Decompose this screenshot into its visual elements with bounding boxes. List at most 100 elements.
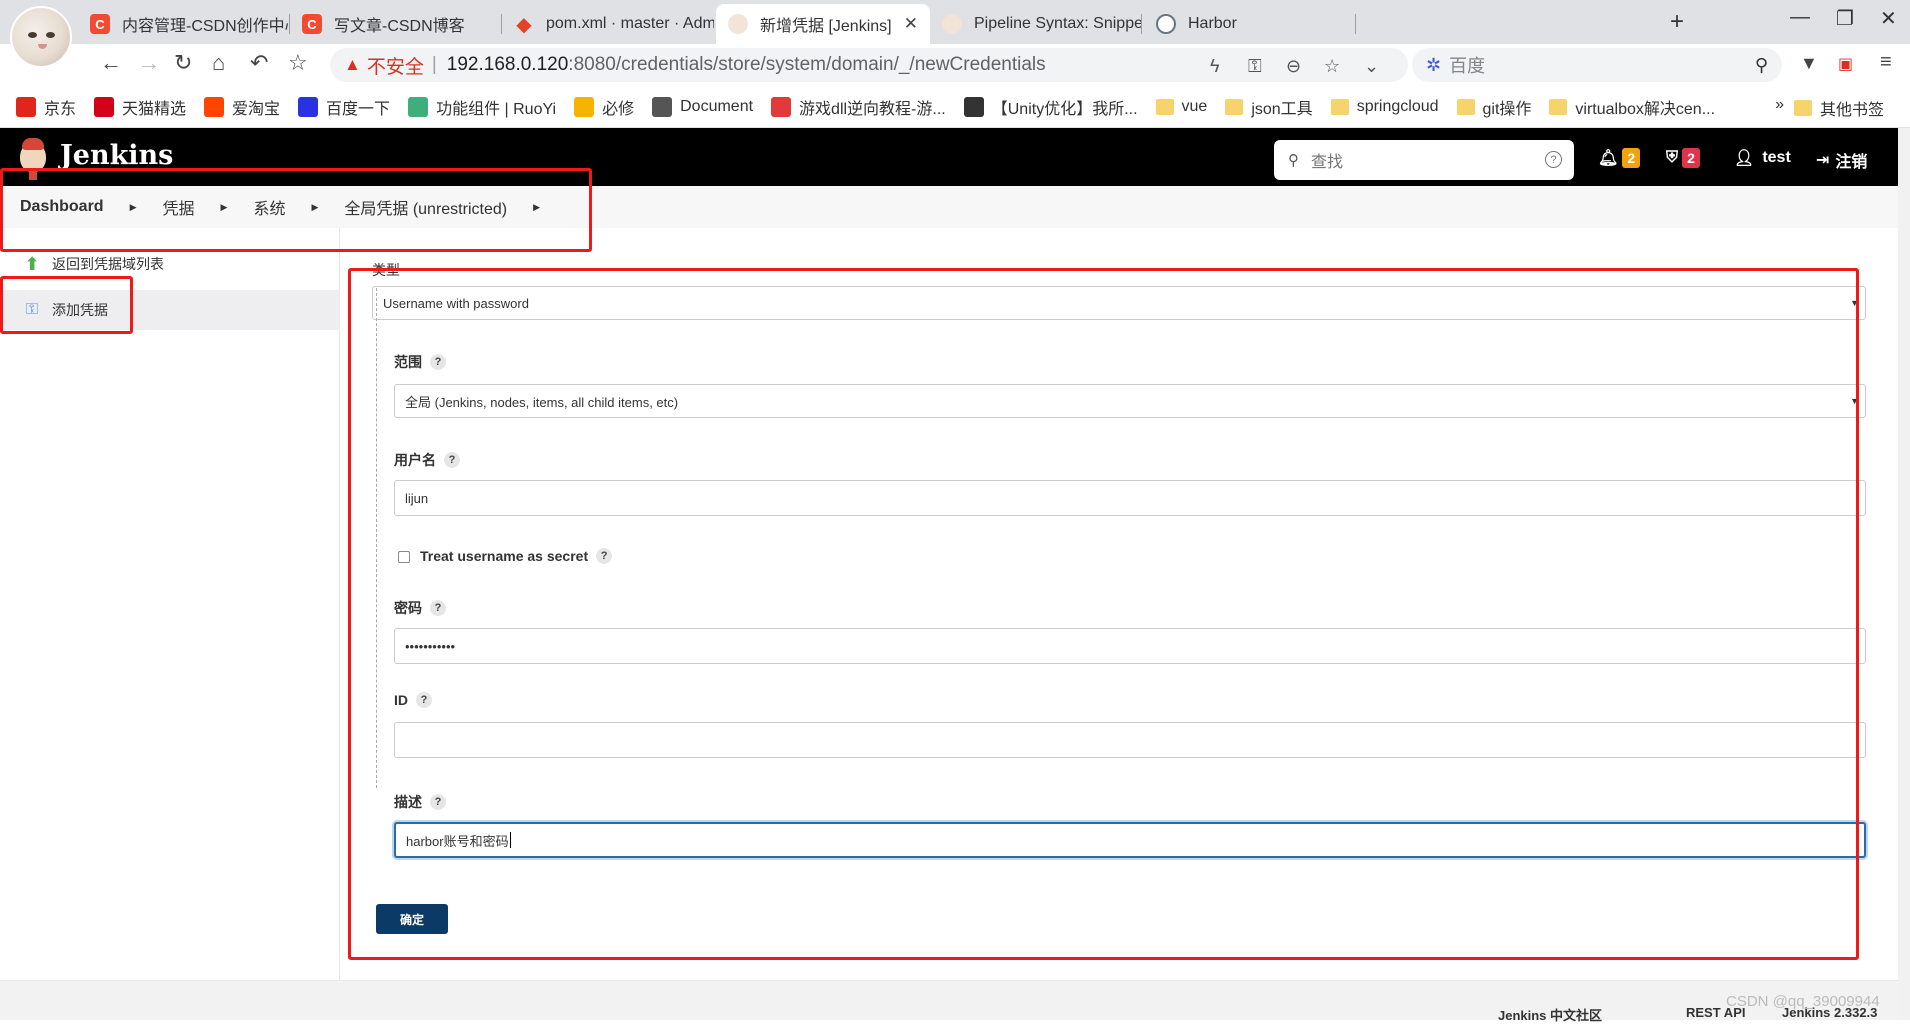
jenkins-search-input[interactable]: ⚲ 查找 ? — [1274, 140, 1574, 180]
baidu-icon — [298, 96, 319, 117]
search-placeholder: 查找 — [1311, 154, 1344, 171]
logout-label: 注销 — [1835, 154, 1868, 171]
undo-icon[interactable]: ↶ — [250, 50, 268, 76]
bookmark-label: 功能组件 | RuoYi — [436, 100, 557, 118]
bookmark-item[interactable]: Document — [652, 96, 753, 117]
lightning-icon[interactable]: ϟ — [1210, 56, 1220, 77]
username-label: test — [1762, 149, 1791, 166]
bookmark-label: 天猫精选 — [122, 100, 187, 118]
bookmark-label: springcloud — [1356, 97, 1439, 115]
bookmark-label: git操作 — [1482, 100, 1532, 118]
home-icon[interactable]: ⌂ — [212, 50, 225, 76]
logo-hair — [22, 138, 44, 150]
new-tab-icon[interactable]: + — [1670, 8, 1684, 36]
address-bar[interactable]: ▲ 不安全 | 192.168.0.120 :8080/credentials/… — [330, 48, 1408, 82]
forward-arrow-icon[interactable]: → — [138, 50, 160, 76]
close-tab-icon[interactable]: ✕ — [904, 14, 918, 34]
tab-title: 内容管理-CSDN创作中心 — [122, 18, 290, 35]
bookmark-item[interactable]: 功能组件 | RuoYi — [408, 95, 556, 119]
pdf-extension-icon[interactable]: ▣ — [1838, 54, 1853, 74]
bookmark-item[interactable]: 【Unity优化】我所... — [963, 95, 1138, 119]
community-link[interactable]: Jenkins 中文社区 — [1498, 1005, 1602, 1024]
url-divider: | — [431, 54, 437, 75]
folder-icon — [1549, 98, 1568, 115]
bookmark-star-icon[interactable]: ☆ — [1324, 56, 1340, 77]
browser-tab-jenkins-active[interactable]: 新增凭据 [Jenkins] ✕ — [716, 4, 930, 44]
bookmark-item[interactable]: vue — [1155, 98, 1207, 116]
bell-icon: 🔔︎ — [1598, 150, 1619, 167]
back-arrow-icon[interactable]: ← — [100, 50, 122, 76]
bookmark-item[interactable]: 必修 — [574, 95, 634, 119]
menu-icon[interactable]: ≡ — [1880, 51, 1892, 74]
minimize-icon[interactable]: — — [1790, 6, 1810, 29]
browser-tab-gitlab[interactable]: ◆ pom.xml · master · Administ — [502, 4, 714, 44]
browser-tab-csdn-content[interactable]: C 内容管理-CSDN创作中心 — [78, 4, 290, 44]
browser-tab-csdn-write[interactable]: C 写文章-CSDN博客 — [290, 4, 502, 44]
csdn-icon: C — [90, 14, 110, 34]
bookmark-item[interactable]: 游戏dll逆向教程-游... — [771, 95, 946, 119]
url-path: :8080/credentials/store/system/domain/_/… — [568, 54, 1046, 75]
arrow-up-icon: ⬆ — [24, 253, 40, 274]
bookmark-item[interactable]: json工具 — [1225, 95, 1313, 119]
taobao-icon — [204, 96, 225, 117]
notification-count-badge: 2 — [1622, 148, 1641, 168]
annotation-box-add-credentials — [0, 276, 133, 334]
side-panel: ⬆ 返回到凭据域列表 ⚿ 添加凭据 — [0, 228, 340, 980]
jenkins-title[interactable]: Jenkins — [60, 140, 173, 171]
annotation-box-form — [348, 268, 1859, 960]
bookmark-item[interactable]: 爱淘宝 — [204, 95, 280, 119]
bookmarks-overflow-icon[interactable]: » — [1775, 96, 1784, 114]
tab-title: Harbor — [1188, 15, 1237, 32]
warning-icon: ▲ — [344, 55, 361, 74]
tutorial-icon — [771, 96, 792, 117]
folder-icon — [1225, 98, 1244, 115]
profile-avatar[interactable] — [10, 6, 72, 68]
user-menu[interactable]: 👤︎ test — [1734, 148, 1791, 168]
folder-icon — [1330, 98, 1349, 115]
tab-separator — [1355, 14, 1356, 34]
browser-tab-pipeline-syntax[interactable]: Pipeline Syntax: Snippet Gen — [930, 4, 1142, 44]
baidu-paw-icon: ✲ — [1426, 54, 1442, 75]
bookmark-item[interactable]: 天猫精选 — [94, 95, 186, 119]
tab-title: 写文章-CSDN博客 — [334, 18, 465, 35]
bookmark-item[interactable]: git操作 — [1456, 95, 1532, 119]
bookmark-item[interactable]: springcloud — [1330, 97, 1439, 116]
bookmark-label: 游戏dll逆向教程-游... — [799, 100, 946, 118]
other-bookmarks[interactable]: 其他书签 — [1793, 96, 1902, 120]
star-icon[interactable]: ☆ — [288, 50, 308, 76]
search-help-icon[interactable]: ? — [1545, 151, 1562, 168]
reload-icon[interactable]: ↻ — [174, 50, 192, 76]
security-warnings-button[interactable]: ⛨ 2 — [1666, 148, 1701, 168]
close-window-icon[interactable]: ✕ — [1880, 6, 1897, 31]
csdn-watermark: CSDN @qq_39009944 — [1726, 993, 1880, 1010]
browser-tab-harbor[interactable]: Harbor — [1144, 4, 1356, 44]
search-icon[interactable]: ⚲ — [1755, 55, 1768, 76]
bookmark-label: virtualbox解决cen... — [1575, 100, 1716, 118]
bookmark-item[interactable]: 百度一下 — [298, 95, 390, 119]
insecure-label: 不安全 — [366, 56, 424, 78]
key-icon[interactable]: ⚿ — [1248, 56, 1262, 77]
folder-icon — [1456, 98, 1475, 115]
page-scrollbar[interactable] — [1898, 128, 1910, 1020]
logout-button[interactable]: ⇥ 注销 — [1816, 148, 1867, 172]
browser-search-input[interactable]: ✲ 百度 ⚲ — [1412, 48, 1782, 82]
jenkins-icon — [728, 14, 748, 34]
bookmark-item[interactable]: 京东 — [16, 95, 76, 119]
search-placeholder: 百度 — [1449, 56, 1486, 76]
bookmarks-bar: 京东 天猫精选 爱淘宝 百度一下 功能组件 | RuoYi 必修 Document 游戏dll… — [0, 86, 1910, 128]
notifications-button[interactable]: 🔔︎ 2 — [1598, 148, 1641, 168]
bookmark-item[interactable]: virtualbox解决cen... — [1549, 95, 1715, 119]
page-footer: Jenkins 中文社区 REST API Jenkins 2.332.3 — [0, 980, 1898, 1023]
harbor-icon — [1156, 14, 1176, 34]
zoom-icon[interactable]: ⊖ — [1286, 56, 1301, 77]
avatar-mouth — [38, 44, 47, 49]
shield-extension-icon[interactable]: ▼ — [1800, 53, 1818, 74]
folder-icon — [1155, 98, 1174, 115]
browser-tab-strip: C 内容管理-CSDN创作中心 C 写文章-CSDN博客 ◆ pom.xml ·… — [0, 0, 1910, 68]
jenkins-icon — [942, 14, 962, 34]
ruoyi-icon — [408, 96, 429, 117]
restore-icon[interactable]: ❐ — [1836, 6, 1854, 31]
folder-icon — [1793, 100, 1812, 116]
chevron-down-icon[interactable]: ⌄ — [1364, 56, 1379, 77]
bookmarks-list: 京东 天猫精选 爱淘宝 百度一下 功能组件 | RuoYi 必修 Document 游戏dll… — [16, 95, 1733, 119]
